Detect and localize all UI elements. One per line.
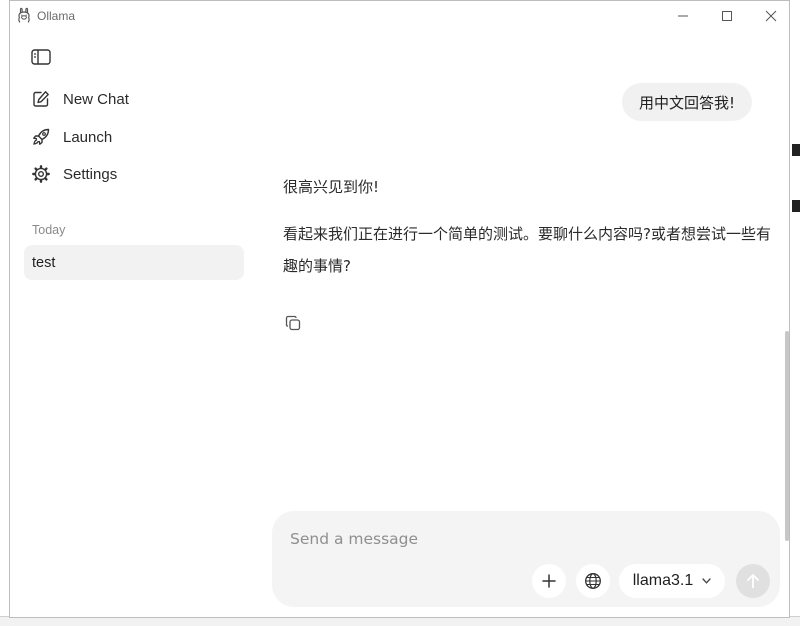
assistant-message-paragraph: 看起来我们正在进行一个简单的测试。要聊什么内容吗?或者想尝试一些有趣的事情? [283, 225, 771, 275]
rocket-icon [30, 126, 52, 148]
add-attachment-button[interactable] [532, 564, 566, 598]
chat-history-item[interactable]: test [24, 245, 244, 280]
sidebar-toggle-icon [31, 49, 51, 65]
maximize-icon [722, 11, 732, 21]
sidebar-item-label: Settings [63, 165, 118, 183]
ollama-logo-icon [17, 7, 31, 23]
sidebar: New Chat Launch Settings Today test [10, 31, 258, 617]
close-icon [765, 10, 777, 22]
sidebar-item-settings[interactable]: Settings [30, 159, 230, 189]
chat-title: test [32, 254, 56, 271]
user-message-bubble: 用中文回答我! [622, 83, 753, 121]
globe-icon [585, 573, 601, 589]
background-decoration [792, 144, 800, 156]
ollama-window: Ollama New Chat Launch Settings Today te… [9, 0, 790, 618]
section-label-today: Today [32, 223, 66, 237]
model-selector[interactable]: llama3.1 [619, 564, 725, 598]
gear-icon [30, 163, 52, 185]
copy-button[interactable] [283, 313, 303, 333]
sidebar-toggle-button[interactable] [30, 46, 52, 68]
maximize-button[interactable] [704, 1, 750, 31]
chevron-down-icon [702, 578, 711, 584]
scrollbar-thumb[interactable] [785, 331, 789, 541]
plus-icon [542, 574, 556, 588]
sidebar-item-label: Launch [63, 128, 113, 146]
title-bar[interactable]: Ollama [10, 1, 789, 31]
send-button[interactable] [736, 564, 770, 598]
new-chat-icon [30, 88, 52, 110]
minimize-button[interactable] [660, 1, 706, 31]
sidebar-item-new-chat[interactable]: New Chat [30, 84, 230, 114]
arrow-up-icon [747, 574, 759, 589]
sidebar-item-launch[interactable]: Launch [30, 122, 230, 152]
copy-icon [285, 315, 301, 331]
message-input[interactable] [290, 527, 750, 551]
message-composer: llama3.1 [272, 511, 780, 607]
assistant-message-paragraph: 很高兴见到你! [283, 178, 380, 196]
sidebar-item-label: New Chat [63, 90, 129, 108]
minimize-icon [678, 15, 688, 17]
background-decoration [792, 200, 800, 212]
close-button[interactable] [748, 1, 794, 31]
model-name: llama3.1 [632, 572, 694, 589]
window-title: Ollama [37, 9, 76, 23]
web-search-button[interactable] [576, 564, 610, 598]
